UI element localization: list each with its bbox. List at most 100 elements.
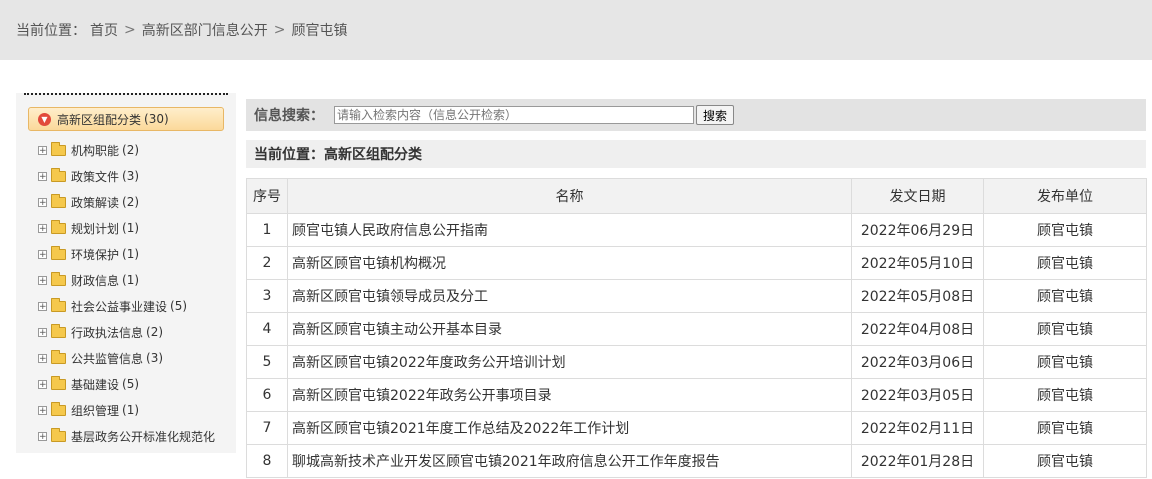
row-publisher: 顾官屯镇 — [983, 246, 1147, 280]
breadcrumb-home-link[interactable]: 首页 — [90, 20, 118, 40]
folder-icon — [51, 349, 66, 364]
search-bar: 信息搜索： 搜索 — [246, 99, 1146, 131]
tree-node-label: 政策解读 — [71, 195, 120, 210]
expand-plus-icon[interactable]: + — [38, 249, 47, 259]
expand-plus-icon[interactable]: + — [38, 353, 47, 363]
tree-node[interactable]: + 政策解读 (2) — [38, 189, 218, 215]
tree-node-label: 基础建设 — [71, 377, 120, 392]
tree-node[interactable]: + 基础建设 (5) — [38, 371, 218, 397]
folder-icon — [51, 141, 66, 156]
tree-node-count: (5) — [170, 299, 188, 313]
collapse-arrow-icon[interactable]: ▼ — [38, 112, 51, 126]
tree-node[interactable]: + 环境保护 (1) — [38, 241, 218, 267]
tree-node-label: 公共监管信息 — [71, 351, 144, 366]
expand-plus-icon[interactable]: + — [38, 431, 47, 441]
expand-plus-icon[interactable]: + — [38, 405, 47, 415]
tree-node-count: (3) — [146, 351, 164, 365]
table-row[interactable]: 6 高新区顾官屯镇2022年政务公开事项目录 2022年03月05日 顾官屯镇 — [246, 378, 1147, 412]
folder-icon — [51, 271, 66, 286]
search-button[interactable]: 搜索 — [696, 105, 735, 125]
col-header-publisher: 发布单位 — [983, 178, 1147, 214]
current-location-title: 当前位置：高新区组配分类 — [246, 140, 1146, 168]
row-index: 8 — [246, 444, 288, 478]
table-row[interactable]: 7 高新区顾官屯镇2021年度工作总结及2022年工作计划 2022年02月11日顾… — [246, 411, 1147, 445]
table-row[interactable]: 5 高新区顾官屯镇2022年度政务公开培训计划 2022年03月06日 顾官屯镇 — [246, 345, 1147, 379]
row-publisher: 顾官屯镇 — [983, 411, 1147, 445]
divider — [24, 93, 228, 97]
table-row[interactable]: 1 顾官屯镇人民政府信息公开指南 2022年06月29日 顾官屯镇 — [246, 213, 1147, 247]
expand-plus-icon[interactable]: + — [38, 145, 47, 155]
breadcrumb-separator: > — [273, 22, 286, 38]
row-index: 1 — [246, 213, 288, 247]
table-header-row: 序号 名称 发文日期 发布单位 — [246, 178, 1147, 214]
folder-icon — [51, 167, 66, 182]
expand-plus-icon[interactable]: + — [38, 379, 47, 389]
tree-node[interactable]: + 财政信息 (1) — [38, 267, 218, 293]
table-row[interactable]: 4 高新区顾官屯镇主动公开基本目录 2022年04月08日 顾官屯镇 — [246, 312, 1147, 346]
table-row[interactable]: 8 聊城高新技术产业开发区顾官屯镇2021年政府信息公开工作年度报告 2022年01… — [246, 444, 1147, 478]
tree-node-label: 规划计划 — [71, 221, 120, 236]
tree-node[interactable]: + 规划计划 (1) — [38, 215, 218, 241]
table-row[interactable]: 2 高新区顾官屯镇机构概况 2022年05月10日 顾官屯镇 — [246, 246, 1147, 280]
row-title-link[interactable]: 高新区顾官屯镇领导成员及分工 — [287, 279, 852, 313]
row-publisher: 顾官屯镇 — [983, 279, 1147, 313]
row-index: 7 — [246, 411, 288, 445]
row-title-link[interactable]: 高新区顾官屯镇机构概况 — [287, 246, 852, 280]
tree-node-count: (3) — [122, 169, 140, 183]
expand-plus-icon[interactable]: + — [38, 327, 47, 337]
folder-icon — [51, 375, 66, 390]
row-title-link[interactable]: 高新区顾官屯镇2022年政务公开事项目录 — [287, 378, 852, 412]
expand-plus-icon[interactable]: + — [38, 301, 47, 311]
row-publisher: 顾官屯镇 — [983, 213, 1147, 247]
row-index: 6 — [246, 378, 288, 412]
row-title-link[interactable]: 高新区顾官屯镇2021年度工作总结及2022年工作计划 — [287, 411, 852, 445]
folder-icon — [51, 245, 66, 260]
row-title-link[interactable]: 聊城高新技术产业开发区顾官屯镇2021年政府信息公开工作年度报告 — [287, 444, 852, 478]
expand-plus-icon[interactable]: + — [38, 171, 47, 181]
tree-node[interactable]: + 基层政务公开标准化规范化 — [38, 423, 218, 449]
folder-icon — [51, 323, 66, 338]
tree-node-count: (1) — [122, 221, 140, 235]
row-date: 2022年03月05日 — [851, 378, 984, 412]
search-input[interactable] — [334, 106, 694, 124]
row-index: 4 — [246, 312, 288, 346]
breadcrumb-dept-link[interactable]: 高新区部门信息公开 — [142, 20, 268, 40]
tree-node[interactable]: + 行政执法信息 (2) — [38, 319, 218, 345]
tree-node[interactable]: + 社会公益事业建设 (5) — [38, 293, 218, 319]
row-title-link[interactable]: 高新区顾官屯镇主动公开基本目录 — [287, 312, 852, 346]
tree-node-count: (2) — [122, 195, 140, 209]
tree-node[interactable]: + 政策文件 (3) — [38, 163, 218, 189]
row-title-link[interactable]: 高新区顾官屯镇2022年度政务公开培训计划 — [287, 345, 852, 379]
tree-node-label: 组织管理 — [71, 403, 120, 418]
row-index: 5 — [246, 345, 288, 379]
col-header-name: 名称 — [287, 178, 852, 214]
tree-node-count: (2) — [122, 143, 140, 157]
row-publisher: 顾官屯镇 — [983, 312, 1147, 346]
tree-node[interactable]: + 组织管理 (1) — [38, 397, 218, 423]
row-date: 2022年02月11日 — [851, 411, 984, 445]
folder-icon — [51, 193, 66, 208]
row-publisher: 顾官屯镇 — [983, 444, 1147, 478]
breadcrumb-separator: > — [124, 22, 136, 38]
table-row[interactable]: 3 高新区顾官屯镇领导成员及分工 2022年05月08日 顾官屯镇 — [246, 279, 1147, 313]
tree-node[interactable]: + 公共监管信息 (3) — [38, 345, 218, 371]
row-publisher: 顾官屯镇 — [983, 378, 1147, 412]
tree-node[interactable]: + 机构职能 (2) — [38, 137, 218, 163]
row-title-link[interactable]: 顾官屯镇人民政府信息公开指南 — [287, 213, 852, 247]
tree-node-count: (1) — [122, 403, 140, 417]
expand-plus-icon[interactable]: + — [38, 197, 47, 207]
row-date: 2022年06月29日 — [851, 213, 984, 247]
row-date: 2022年04月08日 — [851, 312, 984, 346]
expand-plus-icon[interactable]: + — [38, 275, 47, 285]
expand-plus-icon[interactable]: + — [38, 223, 47, 233]
tree-root-category[interactable]: ▼ 高新区组配分类 (30) — [28, 107, 224, 131]
tree-root-count: (30) — [144, 112, 169, 126]
tree-node-label: 环境保护 — [71, 247, 120, 262]
tree-node-label: 财政信息 — [71, 273, 120, 288]
category-tree-panel: ▼ 高新区组配分类 (30) + 机构职能 (2) + 政策文件 (3) + 政策解读 (2) +… — [16, 93, 236, 453]
breadcrumb-prefix: 当前位置： — [16, 23, 86, 39]
tree-node-label: 机构职能 — [71, 143, 120, 158]
tree-node-count: (2) — [146, 325, 164, 339]
breadcrumb-town-link[interactable]: 顾官屯镇 — [291, 20, 347, 40]
row-date: 2022年05月10日 — [851, 246, 984, 280]
